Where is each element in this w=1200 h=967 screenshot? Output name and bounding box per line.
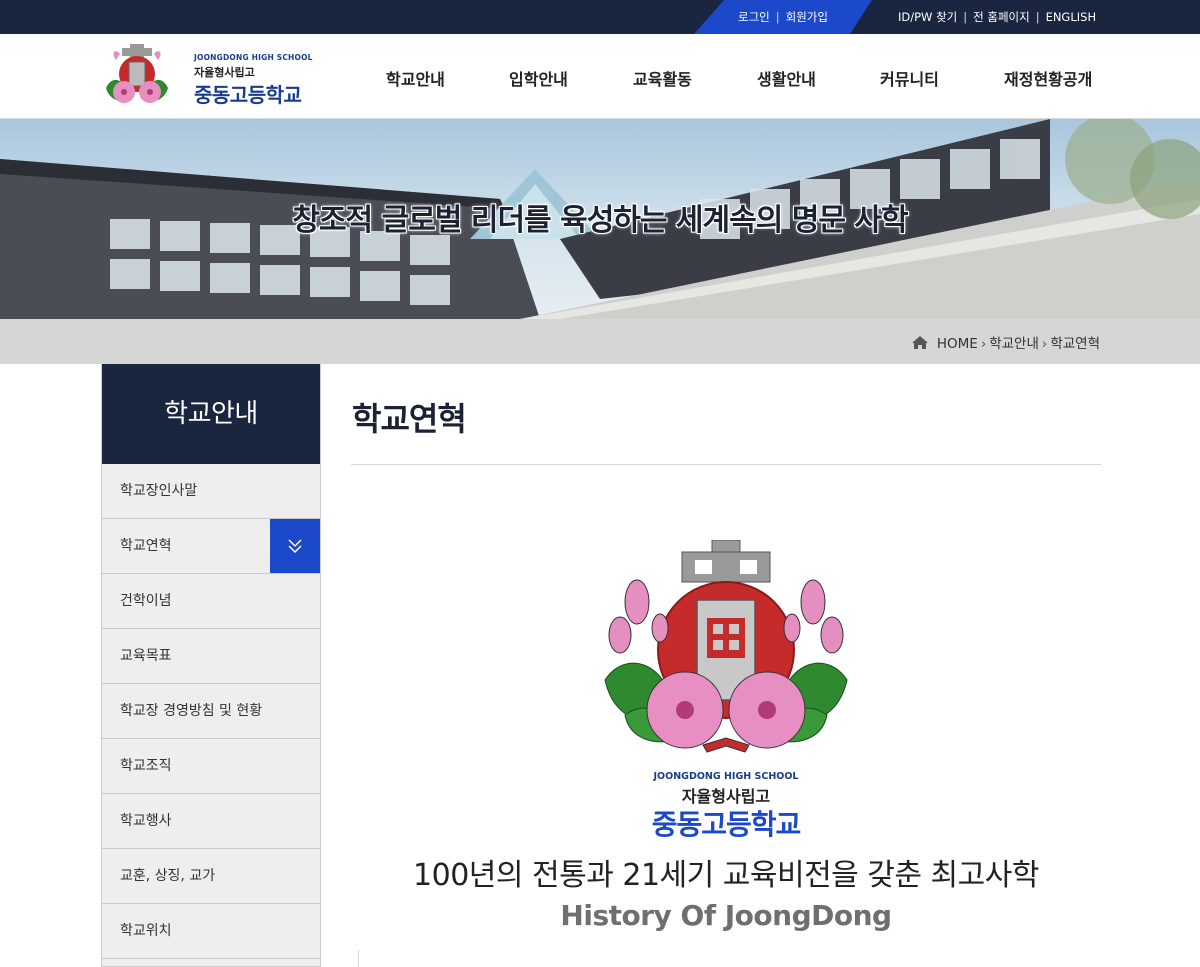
- login-tab: 로그인 | 회원가입: [694, 0, 872, 34]
- school-emblem-large-icon: [604, 540, 848, 753]
- find-id-pw-link[interactable]: ID/PW 찾기: [898, 10, 957, 24]
- chevron-double-down-icon: [270, 519, 320, 573]
- separator: |: [963, 10, 968, 24]
- utility-links: ID/PW 찾기 | 전 홈페이지 | ENGLISH: [898, 9, 1096, 25]
- gnb-item-community[interactable]: 커뮤니티: [880, 66, 939, 90]
- school-logo[interactable]: JOONGDONG HIGH SCHOOL 자율형사립고 중동고등학교: [102, 40, 317, 110]
- side-item-label: 학교연혁: [120, 538, 172, 554]
- side-item-founding-ideology[interactable]: 건학이념: [102, 574, 320, 629]
- side-item-education-goals[interactable]: 교육목표: [102, 629, 320, 684]
- side-item-label: 학교장 경영방침 및 현황: [120, 703, 263, 719]
- breadcrumb-bar: HOME › 학교안내 › 학교연혁: [0, 319, 1200, 364]
- side-menu-title: 학교안내: [102, 364, 320, 464]
- side-item-history[interactable]: 학교연혁: [102, 519, 320, 574]
- login-link[interactable]: 로그인: [738, 10, 770, 24]
- gnb-item-school-info[interactable]: 학교안내: [386, 66, 445, 90]
- side-item-label: 건학이념: [120, 593, 172, 609]
- logo-english-name: JOONGDONG HIGH SCHOOL: [194, 53, 313, 62]
- gnb-item-education[interactable]: 교육활동: [633, 66, 692, 90]
- divider: [358, 950, 359, 967]
- school-emblem-icon: [106, 44, 168, 103]
- gnb-item-admission[interactable]: 입학안내: [509, 66, 568, 90]
- side-item-label: 교육목표: [120, 648, 172, 664]
- separator: |: [1035, 10, 1040, 24]
- hero-banner: 창조적 글로벌 리더를 육성하는 세계속의 명문 사학: [0, 119, 1200, 319]
- chevron-right-icon: ›: [980, 336, 987, 352]
- site-header: JOONGDONG HIGH SCHOOL 자율형사립고 중동고등학교 학교안내…: [0, 34, 1200, 119]
- home-icon[interactable]: [911, 335, 929, 354]
- divider: [351, 464, 1101, 465]
- gnb-item-finance[interactable]: 재정현황공개: [1004, 66, 1092, 90]
- content-logo-english-name: JOONGDONG HIGH SCHOOL: [653, 771, 799, 782]
- login-links: 로그인 | 회원가입: [738, 9, 828, 25]
- chevron-right-icon: ›: [1041, 336, 1048, 352]
- breadcrumb-home[interactable]: HOME: [937, 336, 978, 352]
- join-link[interactable]: 회원가입: [786, 10, 828, 24]
- separator: |: [775, 10, 780, 24]
- page-title: 학교연혁: [352, 400, 467, 438]
- side-item-label: 학교장인사말: [120, 483, 198, 499]
- logo-subtitle: 자율형사립고: [194, 66, 255, 79]
- history-heading: History Of JoongDong: [560, 899, 892, 932]
- logo-school-name: 중동고등학교: [194, 83, 302, 107]
- banner-slogan: 창조적 글로벌 리더를 육성하는 세계속의 명문 사학: [292, 203, 908, 238]
- side-item-principal-greeting[interactable]: 학교장인사말: [102, 464, 320, 519]
- breadcrumb-level1[interactable]: 학교안내: [989, 336, 1039, 352]
- all-homepages-link[interactable]: 전 홈페이지: [973, 10, 1030, 24]
- breadcrumb-level2: 학교연혁: [1050, 336, 1100, 352]
- school-motto: 100년의 전통과 21세기 교육비전을 갖춘 최고사학: [413, 858, 1039, 893]
- content-logo-school-name: 중동고등학교: [651, 808, 802, 841]
- top-utility-bar: 로그인 | 회원가입 ID/PW 찾기 | 전 홈페이지 | ENGLISH: [0, 0, 1200, 34]
- gnb-item-student-life[interactable]: 생활안내: [757, 66, 816, 90]
- side-item-management-policy[interactable]: 학교장 경영방침 및 현황: [102, 684, 320, 739]
- english-link[interactable]: ENGLISH: [1046, 10, 1097, 24]
- breadcrumb: HOME › 학교안내 › 학교연혁: [911, 332, 1100, 354]
